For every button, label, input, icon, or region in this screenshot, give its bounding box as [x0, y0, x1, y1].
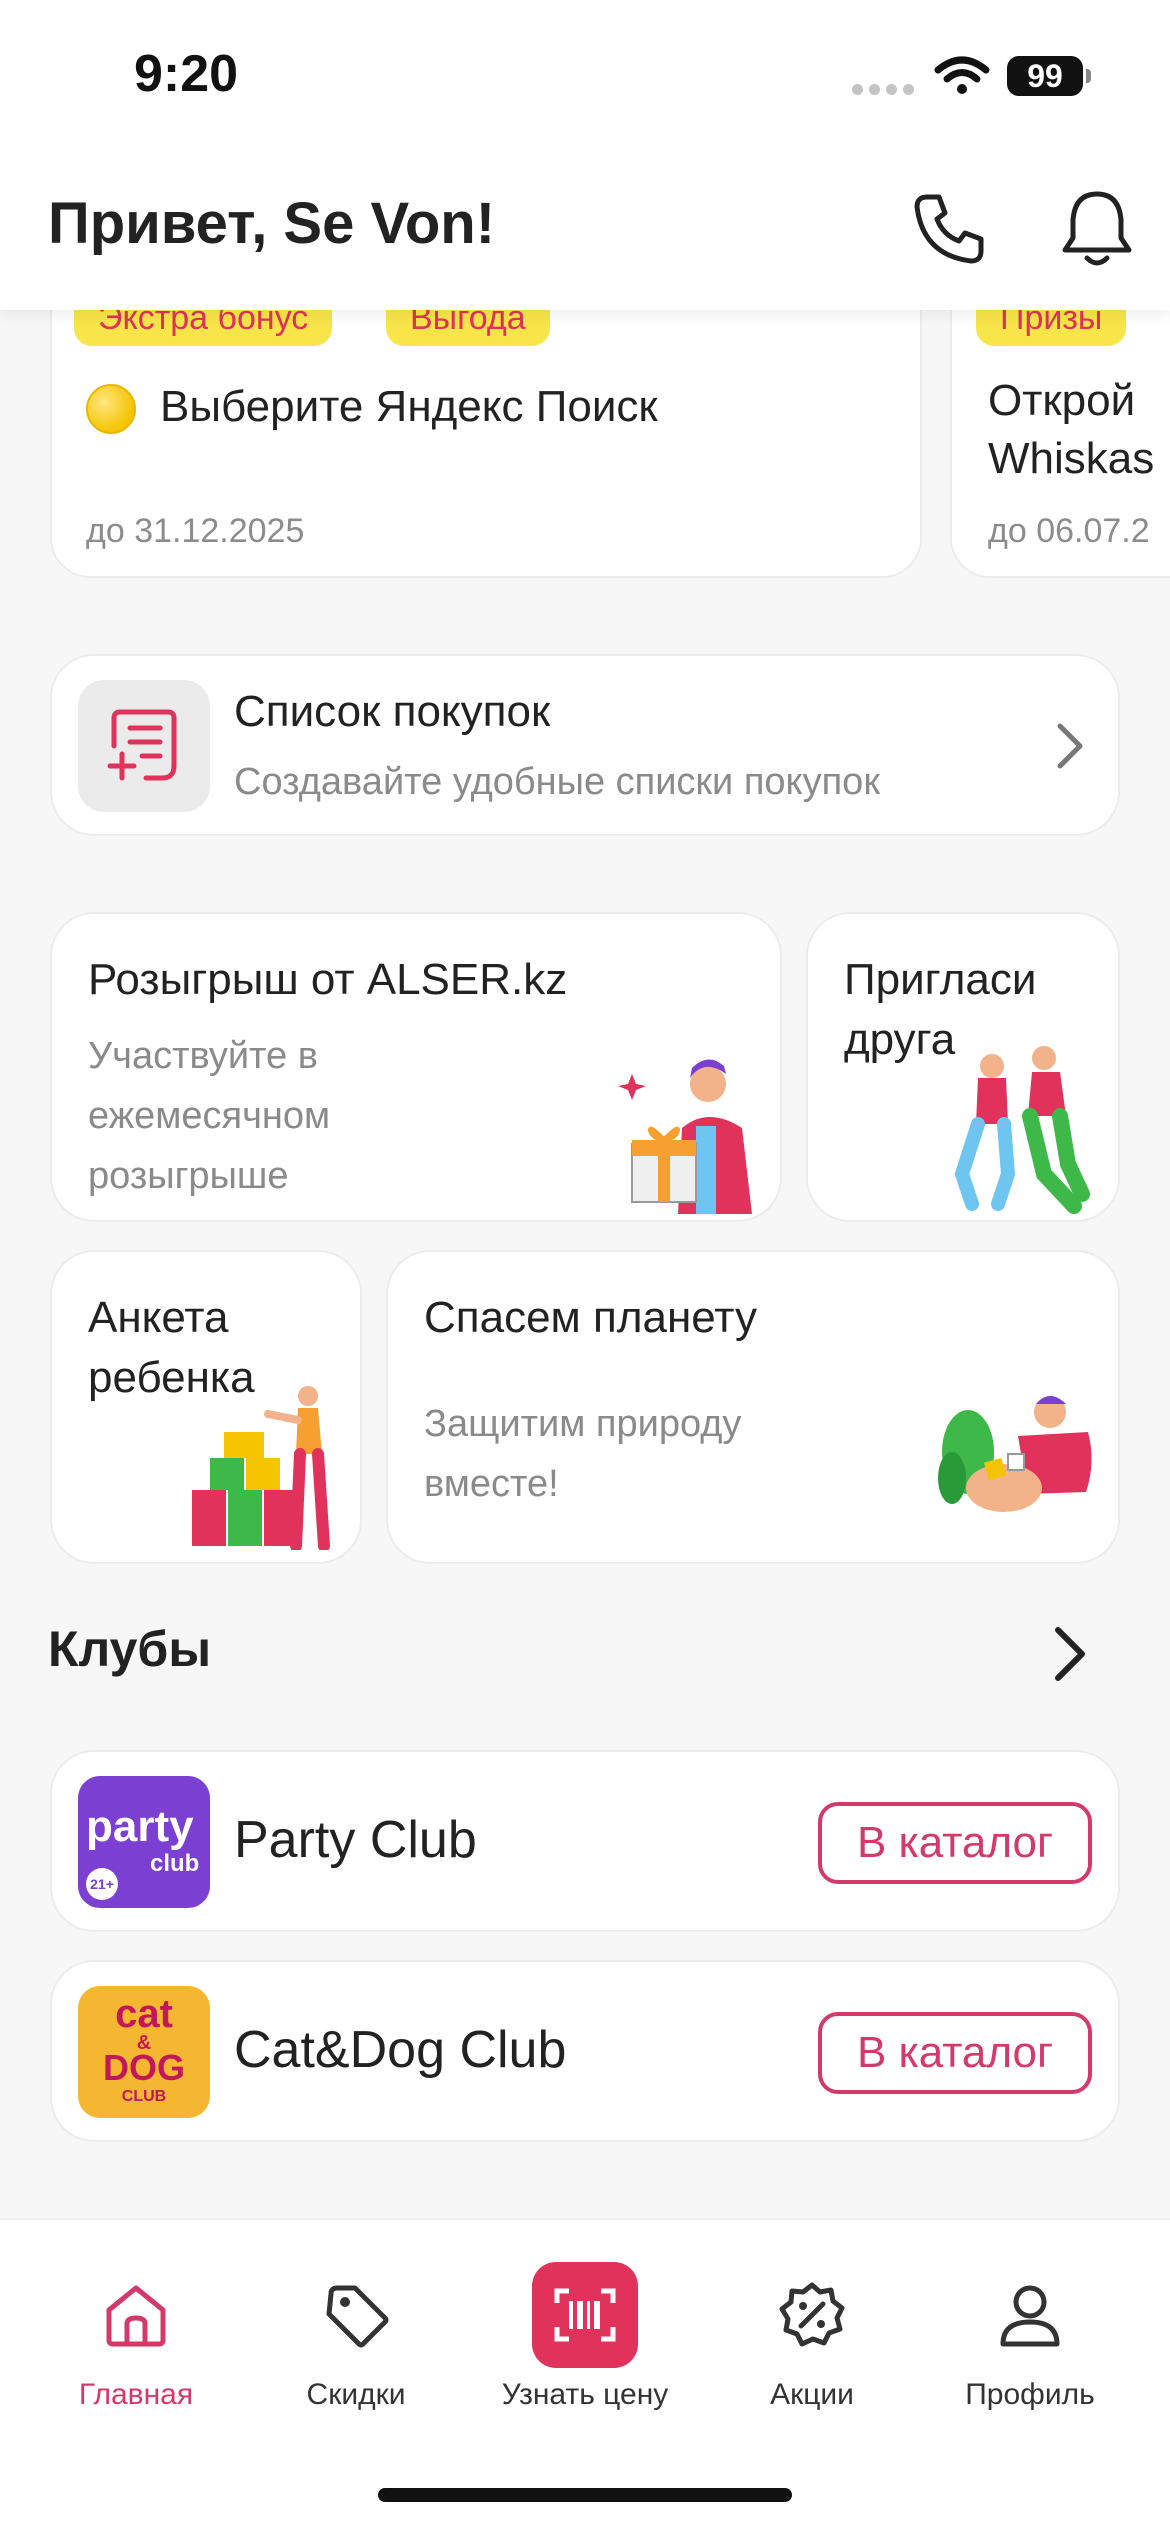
- planet-subtitle-2: вместе!: [424, 1463, 559, 1505]
- logo-text: DOG: [102, 2047, 185, 2088]
- battery-indicator: 99: [1007, 56, 1083, 96]
- club-name: Cat&Dog Club: [234, 2021, 567, 2079]
- coin-icon: [86, 384, 136, 434]
- raffle-subtitle-3: розыгрыше: [88, 1155, 289, 1197]
- tab-label: Узнать цену: [501, 2378, 669, 2411]
- gift-person-illustration: [618, 1059, 752, 1214]
- party-club-logo: party club 21+: [78, 1776, 210, 1908]
- logo-text: cat: [115, 1992, 173, 2036]
- offer-title-line1: Открой: [988, 376, 1136, 425]
- home-icon: [81, 2260, 191, 2370]
- raffle-subtitle-2: ежемесячном: [88, 1095, 331, 1137]
- tab-profile[interactable]: Профиль: [930, 2260, 1130, 2412]
- tab-label: Профиль: [965, 2378, 1095, 2411]
- club-card-party[interactable]: party club 21+ Party Club В каталог: [50, 1750, 1120, 1932]
- tab-label: Скидки: [306, 2378, 406, 2411]
- shopping-list-card[interactable]: Список покупок Создавайте удобные списки…: [50, 654, 1120, 836]
- tab-label: Акции: [770, 2378, 854, 2411]
- club-name: Party Club: [234, 1811, 477, 1869]
- percent-badge-icon: [757, 2260, 867, 2370]
- club-card-catdog[interactable]: cat & DOG CLUB Cat&Dog Club В каталог: [50, 1960, 1120, 2142]
- tab-discounts[interactable]: Скидки: [256, 2260, 456, 2412]
- offer-date: до 31.12.2025: [86, 512, 305, 550]
- barcode-scan-icon: [530, 2260, 640, 2370]
- logo-text: club: [150, 1850, 200, 1877]
- child-survey-card[interactable]: Анкета ребенка: [50, 1250, 362, 1564]
- raffle-subtitle-1: Участвуйте в: [88, 1035, 318, 1077]
- invite-friend-card[interactable]: Пригласи друга: [806, 912, 1120, 1222]
- catalog-button[interactable]: В каталог: [818, 2012, 1092, 2094]
- planet-subtitle-1: Защитим природу: [424, 1403, 742, 1445]
- raffle-card[interactable]: Розыгрыш от ALSER.kz Участвуйте в ежемес…: [50, 912, 782, 1222]
- tag-icon: [301, 2260, 411, 2370]
- planet-title: Спасем планету: [424, 1293, 757, 1342]
- greeting-title: Привет, Se Von!: [48, 191, 496, 256]
- building-blocks-illustration: [192, 1386, 330, 1550]
- catdog-club-logo: cat & DOG CLUB: [78, 1986, 210, 2118]
- shopping-list-title: Список покупок: [234, 687, 551, 736]
- logo-text: CLUB: [121, 2088, 167, 2105]
- tab-home[interactable]: Главная: [36, 2260, 236, 2412]
- shopping-list-subtitle: Создавайте удобные списки покупок: [234, 761, 880, 803]
- child-title-line1: Анкета: [88, 1293, 229, 1342]
- raffle-title: Розыгрыш от ALSER.kz: [88, 955, 568, 1004]
- offer-title-line2: Whiskas: [988, 434, 1155, 483]
- bell-icon[interactable]: [1054, 186, 1140, 272]
- offer-title: Выберите Яндекс Поиск: [160, 382, 658, 431]
- home-indicator: [378, 2488, 792, 2502]
- dancing-friends-illustration: [954, 1046, 1090, 1214]
- invite-title-line2: друга: [844, 1015, 956, 1064]
- cellular-signal-icon: [852, 84, 914, 95]
- invite-title-line1: Пригласи: [844, 955, 1037, 1004]
- logo-text: party: [86, 1802, 194, 1851]
- profile-icon: [975, 2260, 1085, 2370]
- catalog-button[interactable]: В каталог: [818, 1802, 1092, 1884]
- tab-promotions[interactable]: Акции: [712, 2260, 912, 2412]
- status-bar: 9:20 99: [0, 0, 1170, 150]
- phone-icon[interactable]: [906, 186, 992, 272]
- save-planet-card[interactable]: Спасем планету Защитим природу вместе!: [386, 1250, 1120, 1564]
- shopping-list-icon: [78, 680, 210, 812]
- status-time: 9:20: [134, 45, 239, 103]
- bottom-tab-bar: Главная Скидки Узнать цену Акции Профиль: [0, 2218, 1170, 2532]
- offer-date: до 06.07.2: [988, 512, 1150, 550]
- wifi-icon: [934, 56, 990, 94]
- battery-tip: [1086, 69, 1091, 83]
- age-badge: 21+: [86, 1868, 118, 1900]
- chevron-right-icon[interactable]: [1048, 1622, 1092, 1686]
- clubs-section-title: Клубы: [48, 1621, 212, 1677]
- chevron-right-icon: [1057, 723, 1083, 769]
- tab-check-price[interactable]: Узнать цену: [485, 2260, 685, 2412]
- eco-person-illustration: [938, 1396, 1092, 1512]
- tab-label: Главная: [78, 2378, 194, 2411]
- app-header: Привет, Se Von!: [0, 150, 1170, 310]
